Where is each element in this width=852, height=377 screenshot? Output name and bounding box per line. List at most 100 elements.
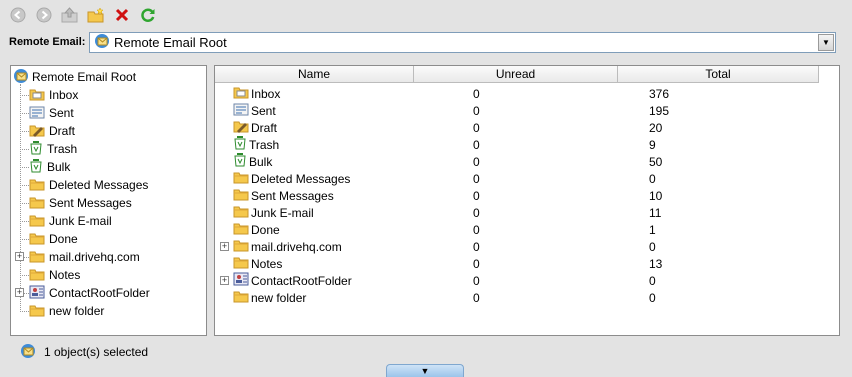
list-row[interactable]: Bulk 0 50 — [215, 153, 825, 170]
status-text: 1 object(s) selected — [44, 345, 149, 359]
new-folder-icon[interactable] — [86, 5, 106, 25]
draft-icon — [233, 119, 249, 136]
folder-icon — [29, 267, 45, 284]
list-row-total: 0 — [649, 274, 656, 288]
list-row[interactable]: + mail.drivehq.com 0 0 — [215, 238, 825, 255]
folder-icon — [29, 231, 45, 248]
tree-guide-line — [20, 203, 29, 204]
list-row-name: Inbox — [233, 85, 280, 102]
tree-guide-line — [20, 84, 21, 312]
tree-item[interactable]: Done — [29, 230, 78, 248]
tree-item-label: Draft — [49, 124, 76, 138]
list-row-unread: 0 — [473, 104, 480, 118]
list-row[interactable]: Inbox 0 376 — [215, 85, 825, 102]
list-row[interactable]: Trash 0 9 — [215, 136, 825, 153]
contacts-icon — [233, 272, 249, 289]
list-row[interactable]: Sent Messages 0 10 — [215, 187, 825, 204]
tree-guide-line — [20, 149, 29, 150]
address-combobox[interactable]: Remote Email Root ▼ — [89, 32, 836, 53]
back-icon[interactable] — [8, 5, 28, 25]
tree-item-label: Sent Messages — [49, 196, 132, 210]
folder-list: Name Unread Total Inbox 0 376 Sent 0 195 Draft… — [214, 65, 840, 336]
list-row-name: Trash — [233, 136, 279, 153]
tree-item[interactable]: mail.drivehq.com — [29, 248, 140, 266]
tree-item[interactable]: ContactRootFolder — [29, 284, 150, 302]
tree-guide-line — [20, 113, 29, 114]
list-row-name: mail.drivehq.com — [233, 238, 342, 255]
list-row-total: 0 — [649, 240, 656, 254]
up-folder-icon[interactable] — [60, 5, 80, 25]
list-row-total: 195 — [649, 104, 670, 118]
list-row-unread: 0 — [473, 274, 480, 288]
folder-icon — [233, 289, 249, 306]
list-row-unread: 0 — [473, 257, 480, 271]
tree-item[interactable]: new folder — [29, 302, 104, 320]
tree-item-label: Sent — [49, 106, 74, 120]
list-row-name-text: Junk E-mail — [251, 205, 314, 220]
column-header-unread[interactable]: Unread — [414, 66, 618, 83]
expand-icon[interactable]: + — [220, 276, 229, 285]
panel-toggle-button[interactable]: ▼ — [386, 364, 464, 377]
delete-icon[interactable] — [112, 5, 132, 25]
list-row[interactable]: Draft 0 20 — [215, 119, 825, 136]
list-row-name-text: Sent Messages — [251, 188, 334, 203]
list-row[interactable]: Done 0 1 — [215, 221, 825, 238]
folder-icon — [29, 195, 45, 212]
bulk-icon — [29, 158, 43, 176]
tree-guide-line — [20, 275, 29, 276]
list-row[interactable]: Junk E-mail 0 11 — [215, 204, 825, 221]
tree-root[interactable]: Remote Email Root — [13, 68, 136, 86]
list-row-total: 50 — [649, 155, 663, 169]
list-row-total: 11 — [649, 206, 662, 220]
expand-icon[interactable]: + — [15, 288, 24, 297]
list-row-name-text: Deleted Messages — [251, 171, 351, 186]
list-row-name-text: Inbox — [251, 86, 281, 101]
tree-item[interactable]: Notes — [29, 266, 80, 284]
list-row-name-text: Done — [251, 222, 280, 237]
folder-icon — [29, 177, 45, 194]
list-header: Name Unread Total — [215, 66, 819, 83]
folder-tree: Remote Email Root Inbox Sent Draft Trash Bul… — [10, 65, 207, 336]
list-row-unread: 0 — [473, 240, 480, 254]
list-row-name: ContactRootFolder — [233, 272, 352, 289]
tree-item[interactable]: Sent — [29, 104, 74, 122]
list-row-name-text: ContactRootFolder — [251, 273, 352, 288]
tree-item[interactable]: Bulk — [29, 158, 70, 176]
expand-icon[interactable]: + — [220, 242, 229, 251]
list-row[interactable]: Sent 0 195 — [215, 102, 825, 119]
list-row-name-text: mail.drivehq.com — [251, 239, 342, 254]
expand-icon[interactable]: + — [15, 252, 24, 261]
list-row-name: Junk E-mail — [233, 204, 314, 221]
sent-icon — [233, 102, 249, 119]
folder-icon — [29, 303, 45, 320]
tree-item-label: Done — [49, 232, 78, 246]
list-row-total: 20 — [649, 121, 663, 135]
list-row[interactable]: + ContactRootFolder 0 0 — [215, 272, 825, 289]
list-row[interactable]: Notes 0 13 — [215, 255, 825, 272]
folder-icon — [233, 221, 249, 238]
tree-item[interactable]: Trash — [29, 140, 77, 158]
list-row-name-text: Trash — [249, 137, 280, 152]
column-header-total[interactable]: Total — [618, 66, 819, 83]
forward-icon[interactable] — [34, 5, 54, 25]
tree-item-label: Notes — [49, 268, 81, 282]
tree-item[interactable]: Deleted Messages — [29, 176, 148, 194]
tree-item-label: new folder — [49, 304, 105, 318]
address-bar: Remote Email: Remote Email Root ▼ — [0, 30, 852, 56]
tree-item[interactable]: Junk E-mail — [29, 212, 112, 230]
list-row[interactable]: new folder 0 0 — [215, 289, 825, 306]
tree-item[interactable]: Draft — [29, 122, 75, 140]
refresh-icon[interactable] — [138, 5, 158, 25]
column-header-name[interactable]: Name — [215, 66, 414, 83]
list-row-total: 0 — [649, 172, 656, 186]
list-row-total: 0 — [649, 291, 656, 305]
list-row-total: 376 — [649, 87, 670, 101]
chevron-down-icon[interactable]: ▼ — [818, 34, 834, 51]
tree-item[interactable]: Sent Messages — [29, 194, 132, 212]
tree-guide-line — [20, 221, 29, 222]
list-row[interactable]: Deleted Messages 0 0 — [215, 170, 825, 187]
list-row-unread: 0 — [473, 87, 480, 101]
tree-item[interactable]: Inbox — [29, 86, 78, 104]
list-row-name: Done — [233, 221, 280, 238]
list-row-total: 13 — [649, 257, 663, 271]
